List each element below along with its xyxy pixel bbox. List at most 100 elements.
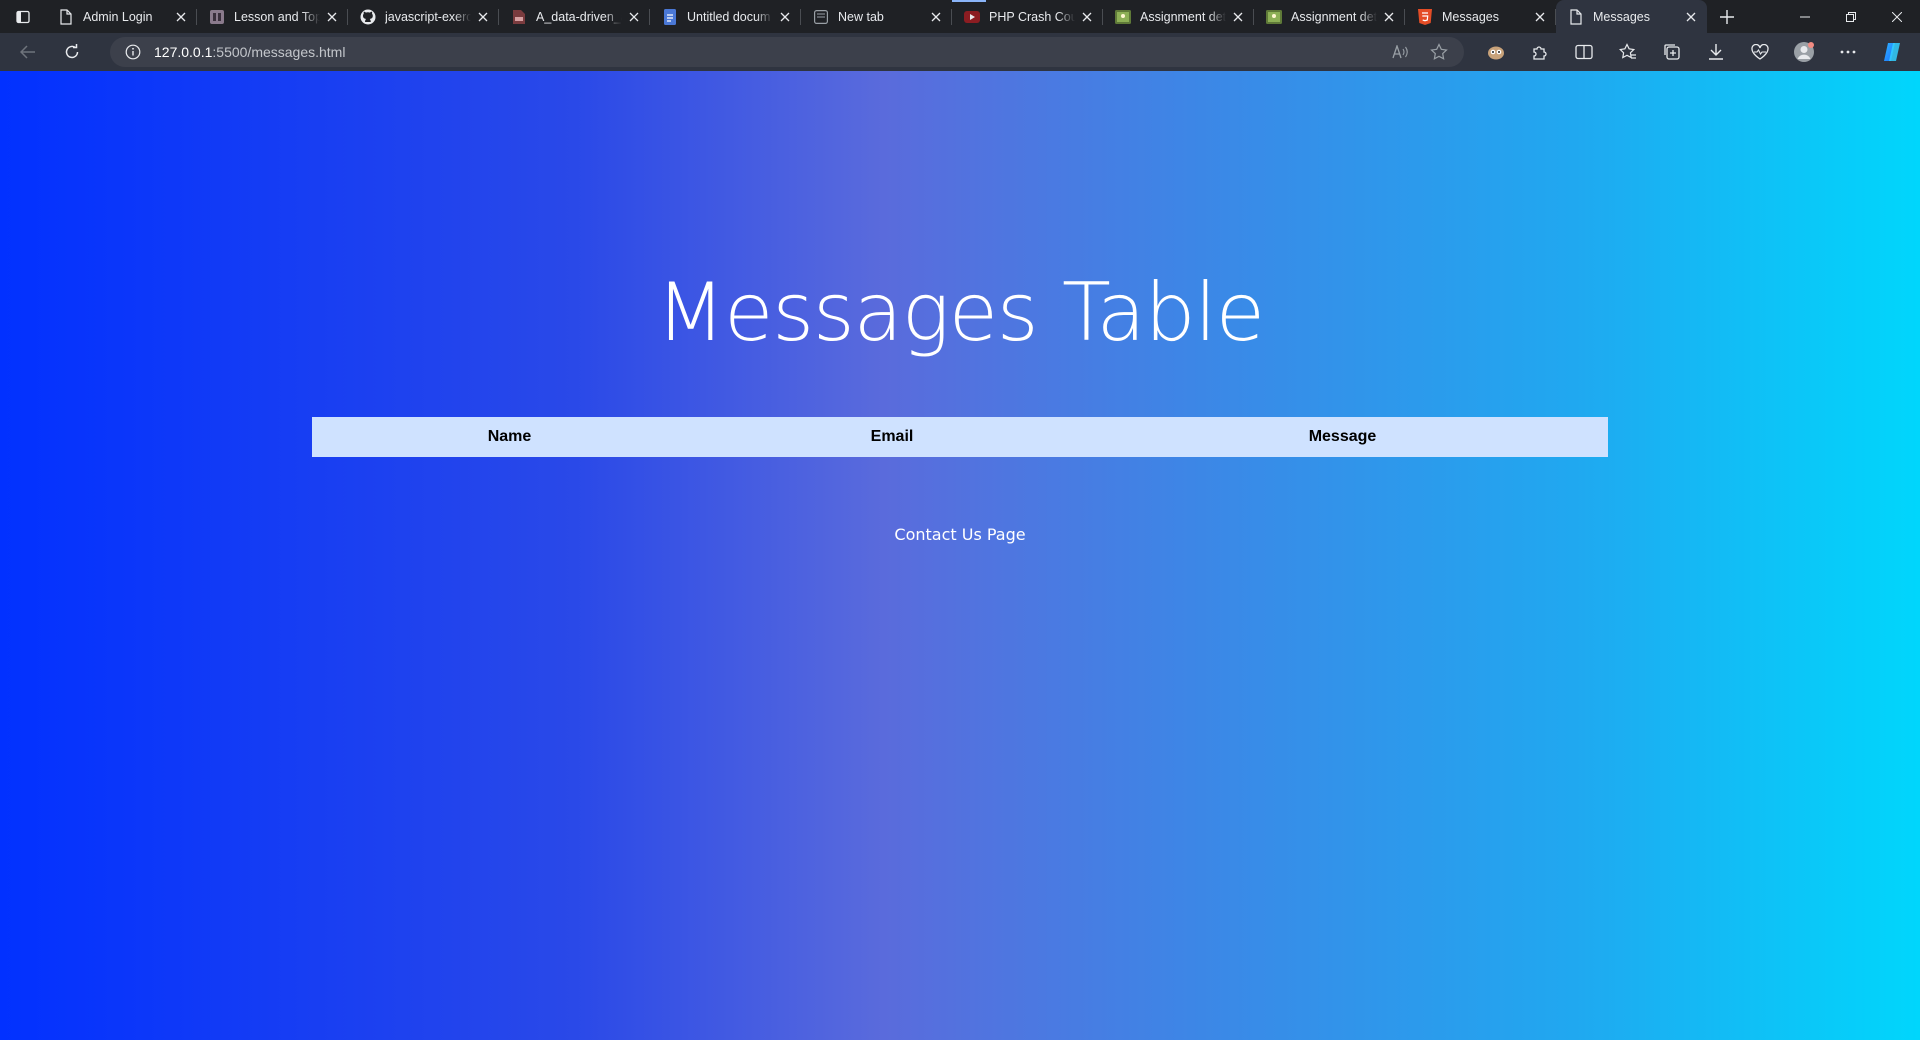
column-header-message: Message bbox=[1308, 428, 1377, 445]
minimize-icon bbox=[1800, 16, 1810, 17]
restore-icon bbox=[1846, 11, 1856, 22]
copilot-icon bbox=[1884, 43, 1900, 61]
tab-strip: Admin Login Lesson and Topi javascript-e… bbox=[0, 0, 1920, 33]
plus-icon bbox=[1720, 9, 1734, 24]
page-title: Messages Table bbox=[656, 266, 1265, 359]
close-icon[interactable] bbox=[1683, 9, 1699, 25]
back-button[interactable] bbox=[10, 36, 46, 68]
read-aloud-button[interactable] bbox=[1384, 36, 1418, 68]
split-screen-icon bbox=[1575, 44, 1593, 60]
close-icon[interactable] bbox=[475, 9, 491, 25]
column-header-name: Name bbox=[487, 428, 532, 445]
new-tab-button[interactable] bbox=[1707, 0, 1747, 33]
tab-title: PHP Crash Cour bbox=[989, 9, 1075, 24]
tab-title: Messages bbox=[1593, 9, 1650, 24]
url-path: :5500/messages.html bbox=[212, 44, 346, 60]
tab-title: A_data-driven_a bbox=[536, 9, 622, 24]
page-icon bbox=[58, 8, 74, 25]
minimize-button[interactable] bbox=[1782, 0, 1828, 33]
collections-icon bbox=[1664, 44, 1680, 60]
youtube-icon bbox=[964, 9, 980, 25]
tab-untitled-document[interactable]: Untitled docum bbox=[650, 0, 801, 33]
avatar-icon bbox=[1794, 42, 1814, 62]
read-aloud-icon bbox=[1392, 45, 1408, 59]
tab-actions-menu-button[interactable] bbox=[0, 0, 46, 33]
page-viewport: Messages Table Name Email Message Contac… bbox=[0, 71, 1920, 1040]
close-icon[interactable] bbox=[928, 9, 944, 25]
tab-title: Assignment det bbox=[1140, 9, 1226, 24]
page-icon bbox=[1568, 8, 1584, 25]
download-icon bbox=[1709, 44, 1723, 60]
tab-assignment-details-2[interactable]: Assignment det bbox=[1254, 0, 1405, 33]
star-icon bbox=[1430, 43, 1448, 60]
tab-title: New tab bbox=[838, 9, 884, 24]
tab-title: javascript-exerci bbox=[385, 9, 471, 24]
reload-icon bbox=[65, 44, 79, 59]
settings-more-button[interactable] bbox=[1826, 36, 1870, 68]
heart-pulse-icon bbox=[1751, 44, 1769, 60]
close-icon[interactable] bbox=[1532, 9, 1548, 25]
back-arrow-icon bbox=[20, 45, 35, 59]
reload-button[interactable] bbox=[54, 36, 90, 68]
downloads-button[interactable] bbox=[1694, 36, 1738, 68]
close-icon[interactable] bbox=[1079, 9, 1095, 25]
column-header-email: Email bbox=[870, 428, 914, 445]
url-text[interactable]: 127.0.0.1:5500/messages.html bbox=[154, 44, 345, 60]
new-tab-page-icon bbox=[813, 9, 829, 25]
tab-php-crash-course[interactable]: PHP Crash Cour bbox=[952, 0, 1103, 33]
close-icon[interactable] bbox=[1381, 9, 1397, 25]
messages-table: Name Email Message bbox=[312, 417, 1608, 457]
close-icon bbox=[1892, 11, 1902, 22]
tab-title: Untitled docum bbox=[687, 9, 771, 24]
close-icon[interactable] bbox=[777, 9, 793, 25]
pdf-icon bbox=[511, 9, 527, 25]
tab-javascript-exercises[interactable]: javascript-exerci bbox=[348, 0, 499, 33]
tab-new-tab[interactable]: New tab bbox=[801, 0, 952, 33]
collections-button[interactable] bbox=[1650, 36, 1694, 68]
tab-admin-login[interactable]: Admin Login bbox=[46, 0, 197, 33]
close-icon[interactable] bbox=[324, 9, 340, 25]
browser-toolbar: 127.0.0.1:5500/messages.html bbox=[0, 33, 1920, 71]
site-info-icon[interactable] bbox=[124, 43, 142, 61]
favorites-icon bbox=[1619, 43, 1636, 59]
puzzle-icon bbox=[1533, 46, 1547, 60]
browser-essentials-button[interactable] bbox=[1738, 36, 1782, 68]
tab-title: Admin Login bbox=[83, 9, 153, 24]
close-icon[interactable] bbox=[626, 9, 642, 25]
tab-messages-active[interactable]: Messages bbox=[1556, 0, 1707, 33]
close-icon[interactable] bbox=[1230, 9, 1246, 25]
lesson-icon bbox=[209, 9, 225, 25]
html5-icon bbox=[1417, 8, 1433, 25]
toolbar-actions bbox=[1474, 36, 1914, 68]
tab-data-driven-pdf[interactable]: A_data-driven_a bbox=[499, 0, 650, 33]
contact-us-link[interactable]: Contact Us Page bbox=[0, 525, 1920, 544]
owl-extension-icon bbox=[1488, 46, 1504, 60]
docs-icon bbox=[662, 8, 678, 25]
extensions-button[interactable] bbox=[1518, 36, 1562, 68]
restore-button[interactable] bbox=[1828, 0, 1874, 33]
tab-title: Assignment det bbox=[1291, 9, 1377, 24]
copilot-button[interactable] bbox=[1870, 36, 1914, 68]
tab-title: Messages bbox=[1442, 9, 1499, 24]
tab-assignment-details-1[interactable]: Assignment det bbox=[1103, 0, 1254, 33]
tab-title: Lesson and Topi bbox=[234, 9, 320, 24]
window-controls bbox=[1782, 0, 1920, 33]
more-icon bbox=[1840, 50, 1856, 54]
tab-actions-icon bbox=[16, 10, 30, 23]
github-icon bbox=[360, 9, 376, 25]
close-window-button[interactable] bbox=[1874, 0, 1920, 33]
address-bar[interactable]: 127.0.0.1:5500/messages.html bbox=[110, 37, 1464, 67]
classroom-icon bbox=[1266, 9, 1282, 25]
profile-button[interactable] bbox=[1782, 36, 1826, 68]
add-favorite-button[interactable] bbox=[1422, 36, 1456, 68]
table-header-row: Name Email Message bbox=[312, 417, 1608, 457]
tab-messages-1[interactable]: Messages bbox=[1405, 0, 1556, 33]
classroom-icon bbox=[1115, 9, 1131, 25]
url-host: 127.0.0.1 bbox=[154, 44, 213, 60]
split-screen-button[interactable] bbox=[1562, 36, 1606, 68]
favorites-button[interactable] bbox=[1606, 36, 1650, 68]
close-icon[interactable] bbox=[173, 9, 189, 25]
tab-lesson-and-topic[interactable]: Lesson and Topi bbox=[197, 0, 348, 33]
extension-button[interactable] bbox=[1474, 36, 1518, 68]
audio-indicator bbox=[952, 0, 986, 2]
